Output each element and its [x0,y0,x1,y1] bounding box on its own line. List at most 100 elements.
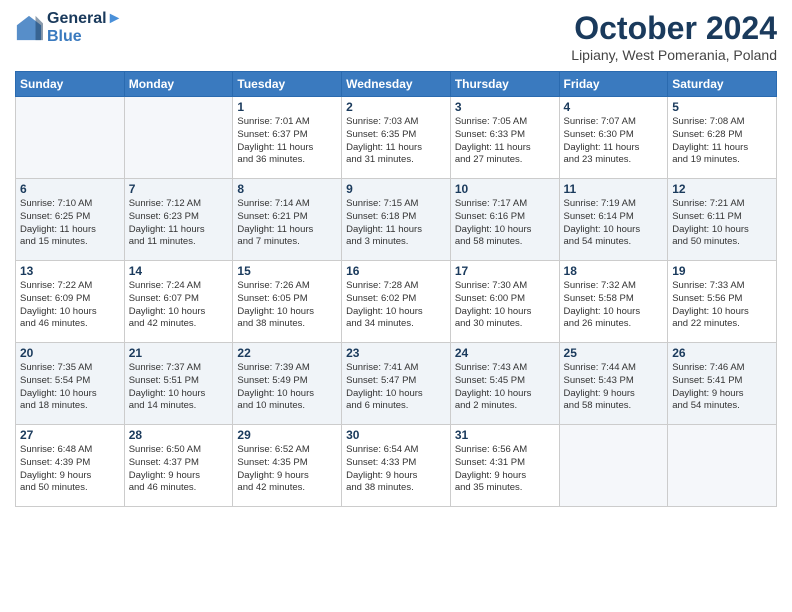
day-info: Sunrise: 7:46 AM Sunset: 5:41 PM Dayligh… [672,362,772,413]
day-info: Sunrise: 7:32 AM Sunset: 5:58 PM Dayligh… [564,280,664,331]
table-row [559,425,668,507]
table-row: 11 Sunrise: 7:19 AM Sunset: 6:14 PM Dayli… [559,179,668,261]
table-row: 16 Sunrise: 7:28 AM Sunset: 6:02 PM Dayli… [342,261,451,343]
day-number: 9 [346,182,446,196]
day-info: Sunrise: 7:22 AM Sunset: 6:09 PM Dayligh… [20,280,120,331]
day-info: Sunrise: 7:14 AM Sunset: 6:21 PM Dayligh… [237,198,337,249]
day-info: Sunrise: 7:28 AM Sunset: 6:02 PM Dayligh… [346,280,446,331]
day-number: 19 [672,264,772,278]
day-info: Sunrise: 7:43 AM Sunset: 5:45 PM Dayligh… [455,362,555,413]
day-info: Sunrise: 7:07 AM Sunset: 6:30 PM Dayligh… [564,116,664,167]
header-friday: Friday [559,72,668,97]
header-wednesday: Wednesday [342,72,451,97]
day-number: 10 [455,182,555,196]
day-info: Sunrise: 6:52 AM Sunset: 4:35 PM Dayligh… [237,444,337,495]
table-row [668,425,777,507]
day-info: Sunrise: 7:21 AM Sunset: 6:11 PM Dayligh… [672,198,772,249]
table-row [16,97,125,179]
header: General► Blue October 2024 Lipiany, West… [15,10,777,63]
day-info: Sunrise: 7:33 AM Sunset: 5:56 PM Dayligh… [672,280,772,331]
table-row: 19 Sunrise: 7:33 AM Sunset: 5:56 PM Dayli… [668,261,777,343]
day-info: Sunrise: 7:35 AM Sunset: 5:54 PM Dayligh… [20,362,120,413]
day-number: 30 [346,428,446,442]
table-row: 10 Sunrise: 7:17 AM Sunset: 6:16 PM Dayli… [450,179,559,261]
table-row: 14 Sunrise: 7:24 AM Sunset: 6:07 PM Dayli… [124,261,233,343]
logo-text: General► Blue [47,10,122,46]
day-info: Sunrise: 7:03 AM Sunset: 6:35 PM Dayligh… [346,116,446,167]
day-number: 31 [455,428,555,442]
table-row: 25 Sunrise: 7:44 AM Sunset: 5:43 PM Dayli… [559,343,668,425]
location-title: Lipiany, West Pomerania, Poland [571,47,777,63]
table-row: 15 Sunrise: 7:26 AM Sunset: 6:05 PM Dayli… [233,261,342,343]
day-number: 11 [564,182,664,196]
calendar-week-row: 20 Sunrise: 7:35 AM Sunset: 5:54 PM Dayli… [16,343,777,425]
day-info: Sunrise: 7:12 AM Sunset: 6:23 PM Dayligh… [129,198,229,249]
day-info: Sunrise: 7:37 AM Sunset: 5:51 PM Dayligh… [129,362,229,413]
day-info: Sunrise: 6:56 AM Sunset: 4:31 PM Dayligh… [455,444,555,495]
day-number: 14 [129,264,229,278]
day-number: 27 [20,428,120,442]
header-tuesday: Tuesday [233,72,342,97]
day-info: Sunrise: 7:19 AM Sunset: 6:14 PM Dayligh… [564,198,664,249]
page: General► Blue October 2024 Lipiany, West… [0,0,792,612]
logo-icon [15,14,43,42]
day-number: 22 [237,346,337,360]
title-section: October 2024 Lipiany, West Pomerania, Po… [571,10,777,63]
day-number: 24 [455,346,555,360]
table-row: 7 Sunrise: 7:12 AM Sunset: 6:23 PM Daylig… [124,179,233,261]
day-info: Sunrise: 7:24 AM Sunset: 6:07 PM Dayligh… [129,280,229,331]
day-info: Sunrise: 7:15 AM Sunset: 6:18 PM Dayligh… [346,198,446,249]
table-row: 18Sunrise: 7:32 AM Sunset: 5:58 PM Dayli… [559,261,668,343]
day-number: 1 [237,100,337,114]
day-number: 15 [237,264,337,278]
day-info: Sunrise: 7:10 AM Sunset: 6:25 PM Dayligh… [20,198,120,249]
day-info: Sunrise: 7:44 AM Sunset: 5:43 PM Dayligh… [564,362,664,413]
table-row: 1 Sunrise: 7:01 AM Sunset: 6:37 PM Daylig… [233,97,342,179]
calendar-week-row: 27 Sunrise: 6:48 AM Sunset: 4:39 PM Dayli… [16,425,777,507]
calendar-week-row: 6 Sunrise: 7:10 AM Sunset: 6:25 PM Daylig… [16,179,777,261]
day-number: 13 [20,264,120,278]
table-row: 9 Sunrise: 7:15 AM Sunset: 6:18 PM Daylig… [342,179,451,261]
day-number: 12 [672,182,772,196]
calendar: Sunday Monday Tuesday Wednesday Thursday… [15,71,777,507]
day-number: 20 [20,346,120,360]
calendar-week-row: 13 Sunrise: 7:22 AM Sunset: 6:09 PM Dayli… [16,261,777,343]
table-row: 28 Sunrise: 6:50 AM Sunset: 4:37 PM Dayli… [124,425,233,507]
table-row: 31 Sunrise: 6:56 AM Sunset: 4:31 PM Dayli… [450,425,559,507]
day-info: Sunrise: 7:01 AM Sunset: 6:37 PM Dayligh… [237,116,337,167]
day-number: 2 [346,100,446,114]
day-number: 26 [672,346,772,360]
header-sunday: Sunday [16,72,125,97]
day-number: 28 [129,428,229,442]
header-saturday: Saturday [668,72,777,97]
day-number: 16 [346,264,446,278]
table-row: 27 Sunrise: 6:48 AM Sunset: 4:39 PM Dayli… [16,425,125,507]
table-row: 4Sunrise: 7:07 AM Sunset: 6:30 PM Daylig… [559,97,668,179]
day-number: 7 [129,182,229,196]
day-info: Sunrise: 6:50 AM Sunset: 4:37 PM Dayligh… [129,444,229,495]
table-row: 21Sunrise: 7:37 AM Sunset: 5:51 PM Dayli… [124,343,233,425]
day-number: 17 [455,264,555,278]
table-row: 17 Sunrise: 7:30 AM Sunset: 6:00 PM Dayli… [450,261,559,343]
day-number: 6 [20,182,120,196]
day-info: Sunrise: 7:05 AM Sunset: 6:33 PM Dayligh… [455,116,555,167]
table-row: 8 Sunrise: 7:14 AM Sunset: 6:21 PM Daylig… [233,179,342,261]
day-number: 25 [564,346,664,360]
day-info: Sunrise: 7:41 AM Sunset: 5:47 PM Dayligh… [346,362,446,413]
day-info: Sunrise: 6:48 AM Sunset: 4:39 PM Dayligh… [20,444,120,495]
table-row: 26 Sunrise: 7:46 AM Sunset: 5:41 PM Dayli… [668,343,777,425]
month-title: October 2024 [571,10,777,47]
table-row: 6 Sunrise: 7:10 AM Sunset: 6:25 PM Daylig… [16,179,125,261]
day-number: 23 [346,346,446,360]
table-row: 24 Sunrise: 7:43 AM Sunset: 5:45 PM Dayli… [450,343,559,425]
day-number: 8 [237,182,337,196]
table-row: 29Sunrise: 6:52 AM Sunset: 4:35 PM Dayli… [233,425,342,507]
table-row: 3 Sunrise: 7:05 AM Sunset: 6:33 PM Daylig… [450,97,559,179]
day-info: Sunrise: 7:30 AM Sunset: 6:00 PM Dayligh… [455,280,555,331]
table-row: 2 Sunrise: 7:03 AM Sunset: 6:35 PM Daylig… [342,97,451,179]
calendar-week-row: 1 Sunrise: 7:01 AM Sunset: 6:37 PM Daylig… [16,97,777,179]
table-row: 5Sunrise: 7:08 AM Sunset: 6:28 PM Daylig… [668,97,777,179]
day-info: Sunrise: 7:17 AM Sunset: 6:16 PM Dayligh… [455,198,555,249]
day-info: Sunrise: 7:26 AM Sunset: 6:05 PM Dayligh… [237,280,337,331]
day-number: 3 [455,100,555,114]
